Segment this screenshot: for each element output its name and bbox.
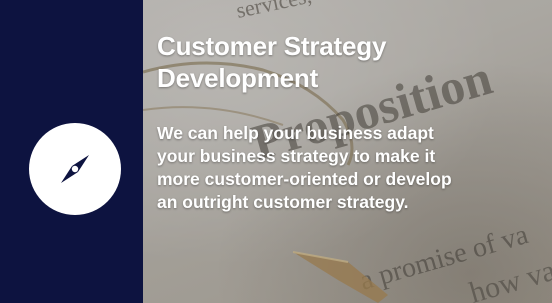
description-line-2: your business strategy to make it: [157, 146, 436, 166]
card-title: Customer Strategy Development: [157, 30, 542, 94]
card-title-line-1: Customer Strategy: [157, 31, 387, 61]
description-line-1: We can help your business adapt: [157, 123, 434, 143]
card-description: We can help your business adapt your bus…: [157, 122, 537, 214]
service-card[interactable]: services, Proposition a promise of va ho…: [0, 0, 552, 303]
card-title-line-2: Development: [157, 63, 319, 93]
compass-icon: [61, 155, 89, 183]
description-line-4: an outright customer strategy.: [157, 192, 409, 212]
description-line-3: more customer-oriented or develop: [157, 169, 452, 189]
icon-badge: [29, 123, 121, 215]
card-content: Customer Strategy Development We can hel…: [157, 30, 542, 214]
icon-panel: [0, 0, 143, 303]
